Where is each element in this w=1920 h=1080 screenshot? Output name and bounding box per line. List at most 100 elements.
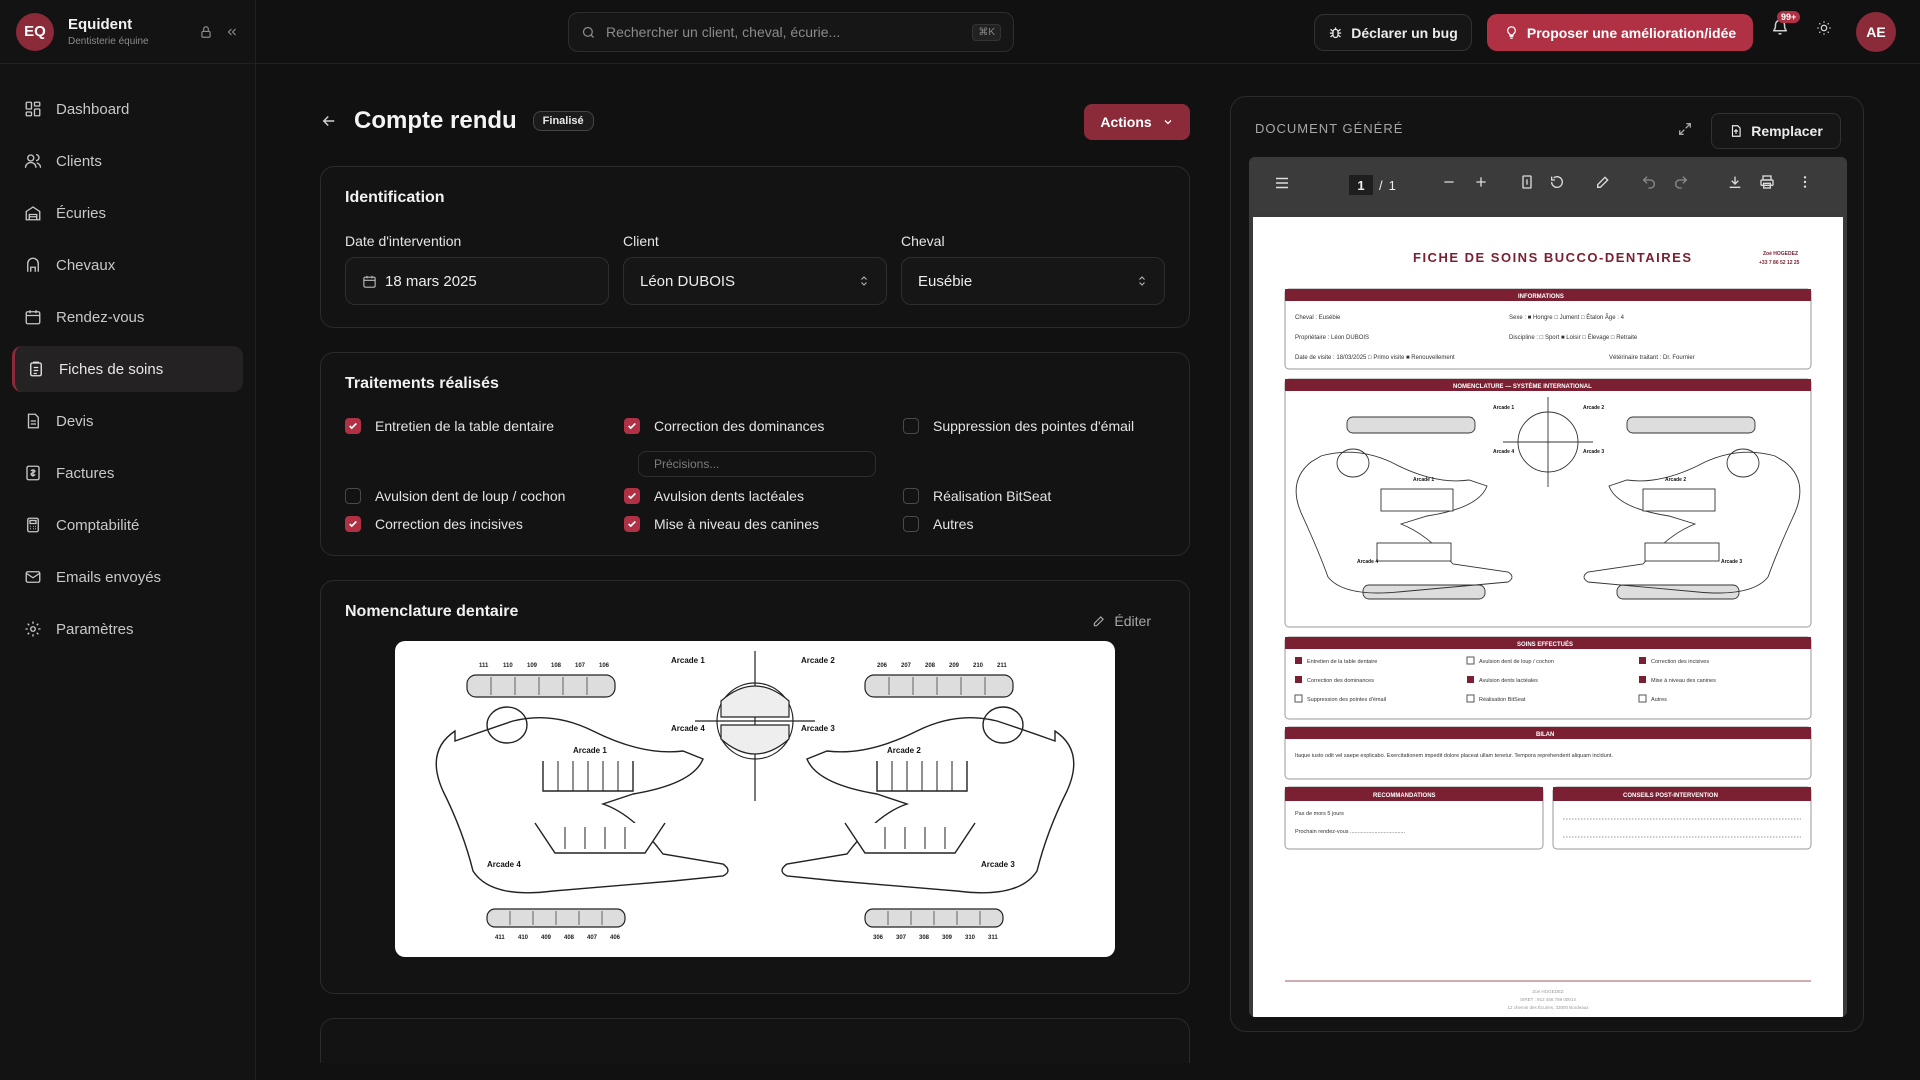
- redo-icon[interactable]: [1673, 174, 1689, 195]
- sidebar-item-label: Clients: [56, 152, 102, 170]
- page-number-input[interactable]: 1: [1349, 175, 1373, 195]
- treatment-checkbox[interactable]: Entretien de la table dentaire: [345, 417, 624, 435]
- arcade-label: Arcade 4: [671, 724, 705, 733]
- undo-icon[interactable]: [1641, 174, 1657, 195]
- client-select[interactable]: Léon DUBOIS: [623, 257, 887, 305]
- sidebar-item-label: Emails envoyés: [56, 568, 162, 586]
- app-subtitle: Dentisterie équine: [68, 36, 149, 47]
- treatment-checkbox[interactable]: Autres: [903, 515, 1163, 533]
- sidebar-item-label: Devis: [56, 412, 94, 430]
- menu-icon[interactable]: [1273, 174, 1291, 197]
- treatment-checkbox[interactable]: Mise à niveau des canines: [624, 515, 903, 533]
- sidebar-item-ecuries[interactable]: Écuries: [12, 190, 243, 236]
- download-icon[interactable]: [1727, 174, 1743, 195]
- sidebar-item-dashboard[interactable]: Dashboard: [12, 86, 243, 132]
- back-arrow-icon[interactable]: [320, 112, 338, 130]
- precisions-input[interactable]: Précisions...: [638, 451, 876, 477]
- report-bug-button[interactable]: Déclarer un bug: [1314, 14, 1472, 51]
- sheet-arcade-label: Arcade 4: [1493, 449, 1514, 455]
- sheet-soin: Correction des incisives: [1651, 659, 1709, 665]
- calendar-icon: [363, 275, 376, 288]
- topbar: Rechercher un client, cheval, écurie... …: [256, 0, 1920, 64]
- treatment-checkbox[interactable]: Réalisation BitSeat: [903, 487, 1163, 505]
- more-options-icon[interactable]: [1797, 174, 1813, 195]
- checkbox-checked[interactable]: [624, 488, 640, 504]
- sheet-visit: Date de visite : 18/03/2025 □ Primo visi…: [1295, 355, 1455, 361]
- sidebar-item-devis[interactable]: Devis: [12, 398, 243, 444]
- date-field[interactable]: 18 mars 2025: [345, 257, 609, 305]
- tooth-number: 411: [495, 935, 505, 941]
- checkbox-checked[interactable]: [345, 516, 361, 532]
- checkbox-unchecked[interactable]: [903, 516, 919, 532]
- global-search[interactable]: Rechercher un client, cheval, écurie... …: [568, 12, 1014, 52]
- page-total: 1: [1388, 177, 1396, 193]
- invoice-icon: [26, 465, 40, 481]
- sidebar-item-emails[interactable]: Emails envoyés: [12, 554, 243, 600]
- lock-icon[interactable]: [199, 25, 213, 39]
- treatments-checklist: Entretien de la table dentaire Correctio…: [345, 417, 1165, 533]
- dental-chart-image[interactable]: 111 110 109 108 107 106 206 207 208 209 …: [395, 641, 1115, 957]
- actions-dropdown-button[interactable]: Actions: [1084, 104, 1190, 140]
- sheet-soin: Autres: [1651, 697, 1667, 703]
- draw-icon[interactable]: [1595, 174, 1611, 195]
- zoom-out-icon[interactable]: [1441, 174, 1457, 195]
- notifications-badge: 99+: [1777, 11, 1801, 23]
- sheet-arcade-label: Arcade 2: [1583, 405, 1604, 411]
- checkbox-checked[interactable]: [624, 516, 640, 532]
- brand: EQ Equident Dentisterie équine: [0, 0, 255, 64]
- tooth-number: 108: [551, 663, 562, 669]
- tooth-number: 310: [965, 935, 976, 941]
- horse-select[interactable]: Eusébie: [901, 257, 1165, 305]
- lightbulb-icon: [1506, 26, 1516, 39]
- sidebar-item-comptabilite[interactable]: Comptabilité: [12, 502, 243, 548]
- sheet-discipline: Discipline : □ Sport ■ Loisir □ Élevage …: [1509, 334, 1638, 341]
- sidebar-item-chevaux[interactable]: Chevaux: [12, 242, 243, 288]
- page-header: Compte rendu Finalisé Actions: [320, 96, 1190, 146]
- footer-line: SIRET : 912 456 789 00014: [1520, 997, 1576, 1002]
- reco-2: Prochain rendez-vous ...................…: [1295, 829, 1406, 835]
- status-badge: Finalisé: [532, 111, 594, 131]
- treatment-checkbox[interactable]: Correction des incisives: [345, 515, 624, 533]
- pdf-viewer[interactable]: 1 / 1 FICHE DE SOINS BUCCO-DENTAIRES Zoé…: [1249, 157, 1847, 1017]
- replace-button[interactable]: Remplacer: [1711, 113, 1841, 149]
- sidebar-item-parametres[interactable]: Paramètres: [12, 606, 243, 652]
- sidebar-item-clients[interactable]: Clients: [12, 138, 243, 184]
- treatment-checkbox[interactable]: Correction des dominances: [624, 417, 903, 435]
- suggest-idea-button[interactable]: Proposer une amélioration/idée: [1487, 14, 1753, 51]
- page-title: Compte rendu: [354, 107, 517, 134]
- user-avatar[interactable]: AE: [1856, 12, 1896, 52]
- bilan-header: BILAN: [1536, 732, 1554, 738]
- checkbox-checked[interactable]: [345, 418, 361, 434]
- checkbox-unchecked[interactable]: [903, 488, 919, 504]
- sidebar-item-fiches-de-soins[interactable]: Fiches de soins: [12, 346, 243, 392]
- treatment-checkbox[interactable]: Suppression des pointes d'émail: [903, 417, 1163, 435]
- fit-page-icon[interactable]: [1519, 174, 1535, 195]
- tooth-number: 206: [877, 663, 888, 669]
- bilan-text: Itaque iusto odit vel saepe explicabo. E…: [1295, 753, 1613, 759]
- search-input[interactable]: Rechercher un client, cheval, écurie...: [606, 24, 972, 40]
- expand-icon[interactable]: [1677, 121, 1693, 142]
- treatment-label: Autres: [933, 516, 974, 532]
- treatment-checkbox[interactable]: Avulsion dents lactéales: [624, 487, 903, 505]
- horse-icon: [27, 257, 39, 272]
- sidebar-item-rendez-vous[interactable]: Rendez-vous: [12, 294, 243, 340]
- checkbox-checked[interactable]: [624, 418, 640, 434]
- chevron-updown-icon: [861, 276, 867, 286]
- chevron-updown-icon: [1139, 276, 1145, 286]
- checkbox-unchecked[interactable]: [903, 418, 919, 434]
- file-icon: [27, 413, 39, 429]
- arcade-label: Arcade 4: [487, 860, 521, 869]
- mail-icon: [25, 571, 41, 583]
- checkbox-unchecked[interactable]: [345, 488, 361, 504]
- zoom-in-icon[interactable]: [1473, 174, 1489, 195]
- app-logo[interactable]: EQ: [16, 12, 54, 51]
- treatment-checkbox[interactable]: Avulsion dent de loup / cochon: [345, 487, 624, 505]
- print-icon[interactable]: [1759, 174, 1775, 195]
- sidebar-item-label: Fiches de soins: [59, 360, 164, 378]
- edit-button[interactable]: Éditer: [1092, 613, 1151, 629]
- sidebar-item-factures[interactable]: Factures: [12, 450, 243, 496]
- collapse-sidebar-icon[interactable]: [225, 25, 239, 39]
- theme-toggle-sun-icon[interactable]: [1816, 20, 1832, 41]
- rotate-icon[interactable]: [1549, 174, 1565, 195]
- sheet-arcade-label: Arcade 3: [1583, 449, 1604, 455]
